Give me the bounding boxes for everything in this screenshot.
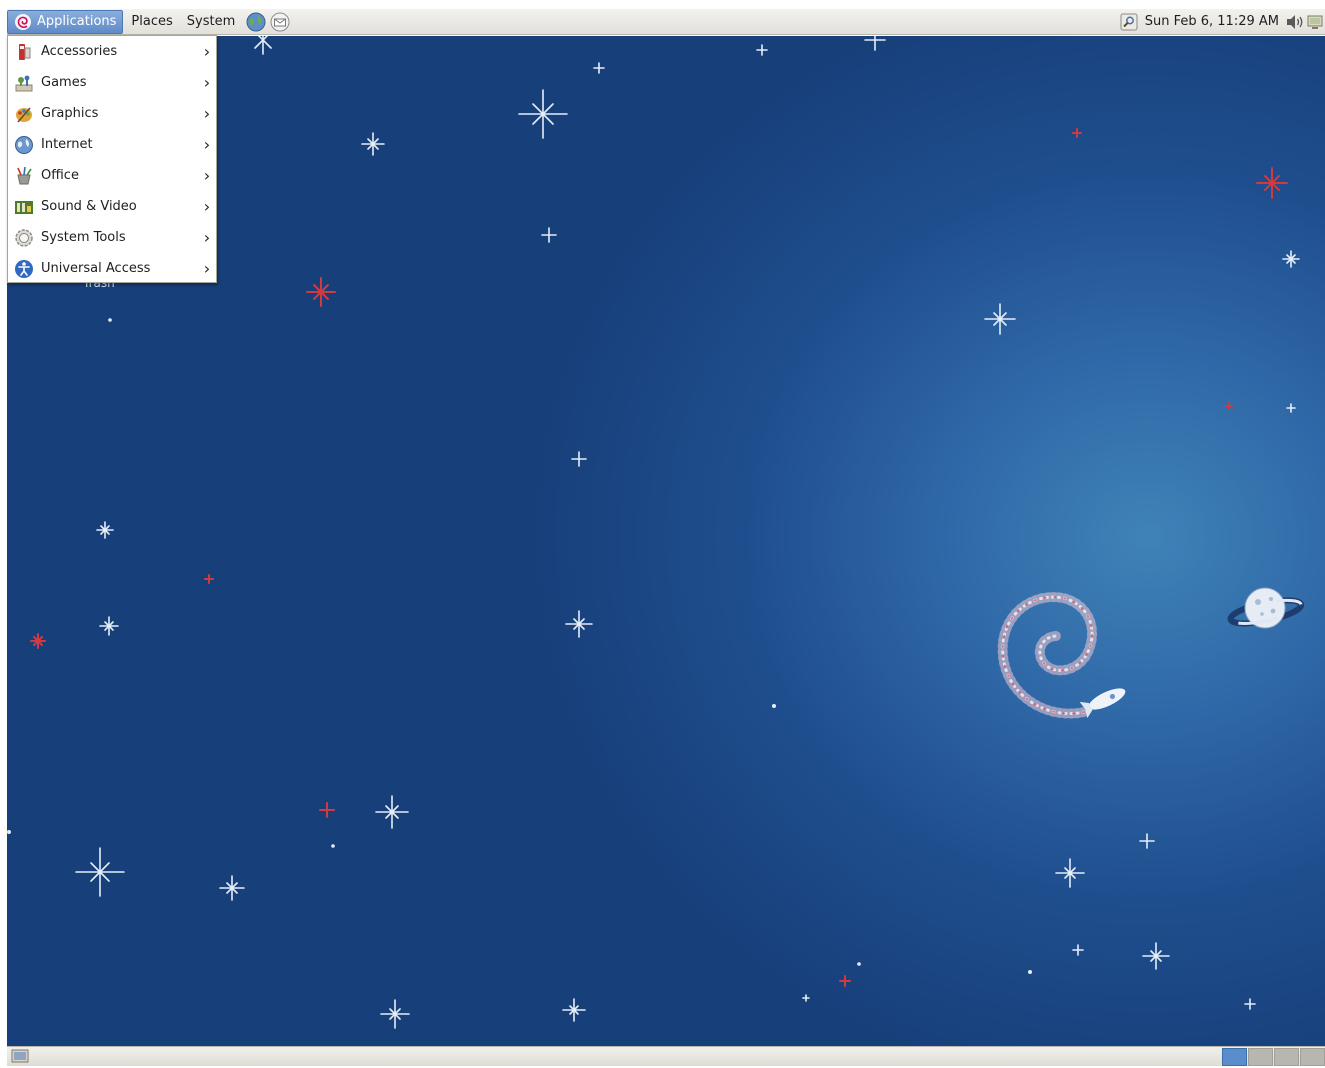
- bottom-panel: [7, 1046, 1325, 1066]
- clock[interactable]: Sun Feb 6, 11:29 AM: [1139, 14, 1285, 29]
- menu-item-graphics[interactable]: Graphics ›: [8, 98, 216, 129]
- menu-item-sound-video[interactable]: Sound & Video ›: [8, 191, 216, 222]
- network-icon: [1307, 15, 1323, 29]
- menu-item-label: System Tools: [41, 230, 126, 245]
- show-desktop-icon: [11, 1049, 29, 1063]
- workspace-switcher: [1221, 1048, 1325, 1066]
- panel-notification-area: Sun Feb 6, 11:29 AM: [1119, 9, 1325, 35]
- internet-icon: [13, 134, 35, 156]
- workspace-1[interactable]: [1222, 1048, 1247, 1066]
- search-tool-icon: [1120, 13, 1138, 30]
- mail-client-icon: [270, 12, 290, 31]
- submenu-arrow-icon: ›: [203, 73, 211, 92]
- volume-control[interactable]: [1285, 12, 1305, 32]
- places-menu-label: Places: [131, 14, 173, 29]
- menu-item-internet[interactable]: Internet ›: [8, 129, 216, 160]
- places-menu-button[interactable]: Places: [125, 11, 178, 33]
- debian-swirl-artwork: [997, 592, 1098, 719]
- graphics-icon: [13, 103, 35, 125]
- menu-item-label: Internet: [41, 137, 93, 152]
- submenu-arrow-icon: ›: [203, 135, 211, 154]
- workspace-2[interactable]: [1248, 1048, 1273, 1066]
- star-icon: [518, 89, 568, 139]
- planet-icon: [1227, 587, 1305, 629]
- menu-item-label: Games: [41, 75, 87, 90]
- workspace-3[interactable]: [1274, 1048, 1299, 1066]
- submenu-arrow-icon: ›: [203, 42, 211, 61]
- submenu-arrow-icon: ›: [203, 104, 211, 123]
- mail-client-launcher[interactable]: [269, 11, 291, 33]
- menu-item-system-tools[interactable]: System Tools ›: [8, 222, 216, 253]
- sound-video-icon: [13, 196, 35, 218]
- network-status[interactable]: [1305, 12, 1325, 32]
- office-icon: [13, 165, 35, 187]
- menu-item-universal-access[interactable]: Universal Access ›: [8, 253, 216, 284]
- menu-item-label: Graphics: [41, 106, 99, 121]
- top-panel: Applications Places System Sun Feb 6, 11…: [7, 9, 1325, 35]
- menu-item-label: Office: [41, 168, 79, 183]
- system-menu-button[interactable]: System: [181, 11, 241, 33]
- applications-menu-label: Applications: [37, 14, 117, 29]
- submenu-arrow-icon: ›: [203, 228, 211, 247]
- menu-item-label: Accessories: [41, 44, 118, 59]
- submenu-arrow-icon: ›: [203, 166, 211, 185]
- debian-logo-icon: [15, 13, 31, 30]
- system-tools-icon: [13, 227, 35, 249]
- rocket-icon: [1079, 688, 1126, 719]
- volume-icon: [1287, 14, 1303, 29]
- submenu-arrow-icon: ›: [203, 259, 211, 278]
- submenu-arrow-icon: ›: [203, 197, 211, 216]
- menu-item-label: Universal Access: [41, 261, 151, 276]
- menu-item-accessories[interactable]: Accessories ›: [8, 36, 216, 67]
- menu-item-label: Sound & Video: [41, 199, 137, 214]
- system-menu-label: System: [186, 14, 236, 29]
- applications-dropdown-menu: Accessories › Games › Graphics › Interne…: [7, 35, 217, 283]
- workspace-4[interactable]: [1300, 1048, 1325, 1066]
- web-browser-launcher[interactable]: [245, 11, 267, 33]
- games-icon: [13, 72, 35, 94]
- applications-menu-button[interactable]: Applications: [7, 9, 124, 34]
- web-browser-icon: [246, 12, 266, 31]
- search-tool-button[interactable]: [1119, 12, 1139, 32]
- show-desktop-button[interactable]: [11, 1048, 29, 1065]
- universal-access-icon: [13, 258, 35, 280]
- accessories-icon: [13, 41, 35, 63]
- menu-item-office[interactable]: Office ›: [8, 160, 216, 191]
- menu-item-games[interactable]: Games ›: [8, 67, 216, 98]
